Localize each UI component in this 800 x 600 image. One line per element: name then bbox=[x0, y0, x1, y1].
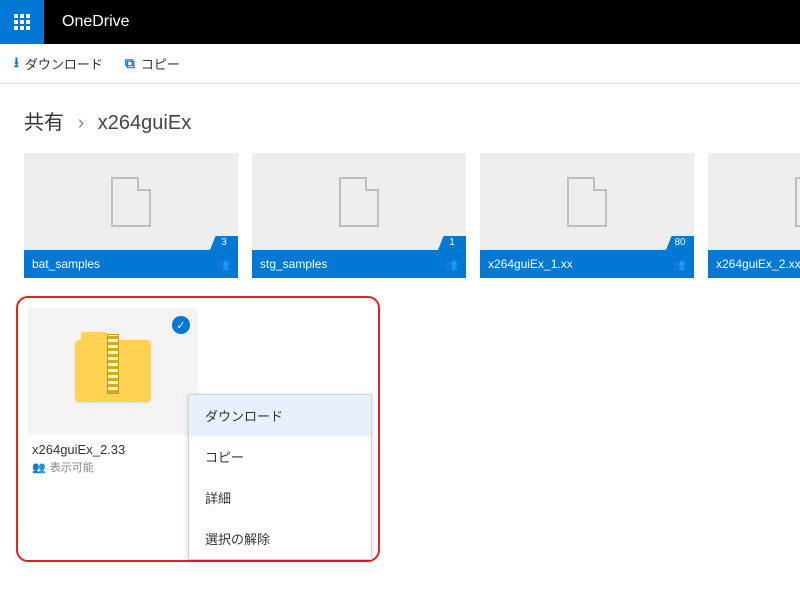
zip-folder-icon bbox=[75, 340, 151, 402]
folder-thumb bbox=[252, 153, 466, 250]
command-bar: ⭳ ダウンロード ⧉ コピー bbox=[0, 44, 800, 84]
document-icon bbox=[795, 177, 800, 227]
download-label: ダウンロード bbox=[25, 54, 103, 73]
context-menu-copy[interactable]: コピー bbox=[189, 436, 371, 477]
breadcrumb: 共有 › x264guiEx bbox=[0, 84, 800, 153]
chevron-right-icon: › bbox=[78, 112, 85, 134]
download-icon: ⭳ bbox=[14, 52, 19, 76]
zipper-icon bbox=[107, 334, 119, 394]
folder-tile[interactable]: x264guiEx_2.xx bbox=[708, 153, 800, 278]
folder-footer: x264guiEx_2.xx bbox=[708, 250, 800, 278]
download-button[interactable]: ⭳ ダウンロード bbox=[14, 52, 103, 76]
context-menu: ダウンロード コピー 詳細 選択の解除 bbox=[188, 394, 372, 560]
folder-footer: 80 x264guiEx_1.xx bbox=[480, 250, 694, 278]
folder-name: bat_samples bbox=[32, 257, 100, 271]
file-sub-label: 表示可能 bbox=[50, 459, 94, 475]
context-menu-download[interactable]: ダウンロード bbox=[189, 395, 371, 436]
folder-name: stg_samples bbox=[260, 257, 327, 271]
breadcrumb-root[interactable]: 共有 bbox=[24, 112, 64, 134]
context-menu-details[interactable]: 詳細 bbox=[189, 477, 371, 518]
context-menu-deselect[interactable]: 選択の解除 bbox=[189, 518, 371, 559]
copy-label: コピー bbox=[141, 54, 180, 73]
folder-tile[interactable]: 3 bat_samples bbox=[24, 153, 238, 278]
file-meta: x264guiEx_2.33 👥 表示可能 bbox=[28, 434, 198, 483]
file-thumb: ✓ bbox=[28, 308, 198, 434]
document-icon bbox=[339, 177, 379, 227]
copy-button[interactable]: ⧉ コピー bbox=[125, 54, 180, 73]
shared-icon bbox=[670, 258, 686, 270]
waffle-icon bbox=[14, 14, 30, 30]
file-subtitle: 👥 表示可能 bbox=[32, 459, 194, 475]
folder-thumb bbox=[24, 153, 238, 250]
document-icon bbox=[111, 177, 151, 227]
highlight-annotation: ✓ x264guiEx_2.33 👥 表示可能 ダウンロード コピー 詳細 選択… bbox=[16, 296, 380, 562]
brand-title: OneDrive bbox=[44, 13, 130, 31]
file-name: x264guiEx_2.33 bbox=[32, 442, 194, 457]
copy-icon: ⧉ bbox=[125, 55, 135, 72]
breadcrumb-current: x264guiEx bbox=[98, 112, 191, 134]
folder-thumb bbox=[480, 153, 694, 250]
folder-footer: 1 stg_samples bbox=[252, 250, 466, 278]
app-header: OneDrive bbox=[0, 0, 800, 44]
people-icon: 👥 bbox=[32, 461, 46, 474]
folder-name: x264guiEx_2.xx bbox=[716, 257, 800, 271]
file-tile-selected[interactable]: ✓ x264guiEx_2.33 👥 表示可能 bbox=[28, 308, 198, 483]
shared-icon bbox=[442, 258, 458, 270]
folder-name: x264guiEx_1.xx bbox=[488, 257, 573, 271]
shared-icon bbox=[214, 258, 230, 270]
folder-tiles: 3 bat_samples 1 stg_samples 80 x264guiEx… bbox=[0, 153, 800, 278]
folder-footer: 3 bat_samples bbox=[24, 250, 238, 278]
app-launcher-button[interactable] bbox=[0, 0, 44, 44]
selected-check-icon[interactable]: ✓ bbox=[172, 316, 190, 334]
folder-thumb bbox=[708, 153, 800, 250]
document-icon bbox=[567, 177, 607, 227]
folder-tile[interactable]: 1 stg_samples bbox=[252, 153, 466, 278]
folder-tile[interactable]: 80 x264guiEx_1.xx bbox=[480, 153, 694, 278]
